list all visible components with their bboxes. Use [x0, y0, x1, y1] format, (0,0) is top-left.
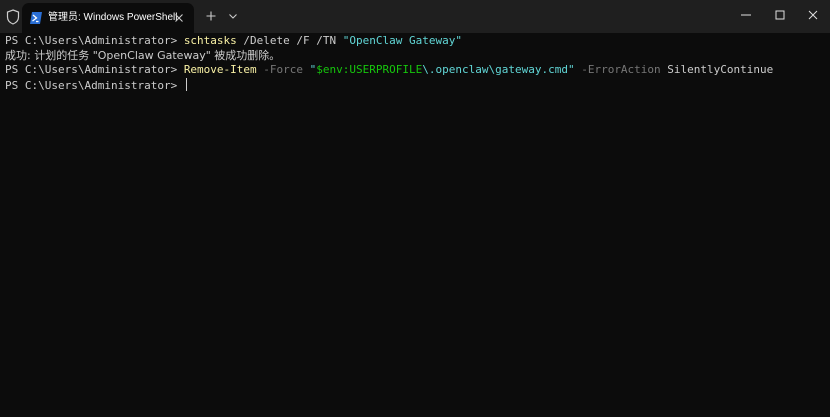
minimize-button[interactable]	[729, 0, 763, 30]
string-arg: "OpenClaw Gateway"	[342, 34, 462, 47]
env-variable: $env:USERPROFILE	[316, 63, 423, 76]
title-bar: 管理员: Windows PowerShell	[0, 0, 830, 33]
powershell-icon	[30, 12, 42, 24]
parameter: -Force	[256, 63, 310, 76]
terminal-line: PS C:\Users\Administrator>	[5, 77, 187, 94]
prompt: PS C:\Users\Administrator>	[5, 78, 184, 92]
minimize-icon	[741, 14, 751, 16]
parameter-value: SilentlyContinue	[667, 63, 774, 76]
string-path: \.openclaw\gateway.cmd"	[422, 63, 575, 76]
shield-icon	[6, 9, 20, 25]
maximize-button[interactable]	[763, 0, 797, 30]
parameter: -ErrorAction	[574, 63, 668, 76]
plus-icon[interactable]	[204, 9, 218, 23]
tab-title: 管理员: Windows PowerShell	[48, 12, 178, 23]
prompt: PS C:\Users\Administrator>	[5, 63, 184, 76]
terminal-line: PS C:\Users\Administrator> schtasks /Del…	[5, 34, 462, 49]
text-cursor	[185, 77, 187, 91]
command-args: /Delete /F /TN	[236, 34, 343, 47]
terminal-line: 成功: 计划的任务 "OpenClaw Gateway" 被成功删除。	[5, 49, 280, 64]
tab-close-icon[interactable]	[172, 11, 186, 25]
terminal-line: PS C:\Users\Administrator> Remove-Item -…	[5, 63, 773, 78]
command: schtasks	[183, 34, 237, 47]
command: Remove-Item	[183, 63, 257, 76]
maximize-icon	[775, 10, 785, 20]
close-icon	[808, 10, 818, 20]
terminal-output[interactable]: PS C:\Users\Administrator> schtasks /Del…	[0, 33, 830, 417]
chevron-down-icon[interactable]	[226, 9, 240, 23]
command-output: 成功: 计划的任务 "OpenClaw Gateway" 被成功删除。	[5, 48, 281, 62]
tab-powershell[interactable]: 管理员: Windows PowerShell	[22, 3, 194, 33]
close-window-button[interactable]	[796, 0, 830, 30]
prompt: PS C:\Users\Administrator>	[5, 34, 184, 47]
